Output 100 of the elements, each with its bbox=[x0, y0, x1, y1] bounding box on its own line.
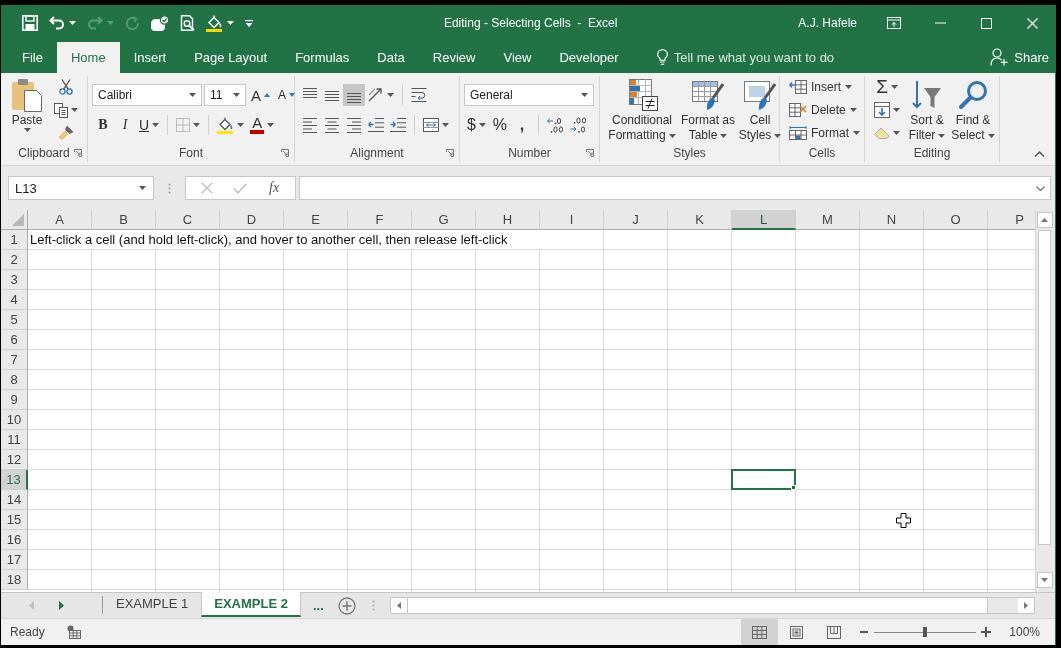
row-header[interactable]: 7 bbox=[1, 350, 28, 370]
format-as-table-button[interactable]: Format as Table bbox=[680, 76, 736, 144]
row-header[interactable]: 5 bbox=[1, 310, 28, 330]
vertical-scrollbar[interactable] bbox=[1035, 210, 1055, 592]
sheet-tab[interactable]: EXAMPLE 1 bbox=[103, 592, 202, 617]
column-header[interactable]: O bbox=[924, 210, 988, 230]
record-macro-button[interactable] bbox=[66, 625, 81, 639]
align-center-icon bbox=[324, 117, 340, 133]
formula-field[interactable] bbox=[299, 176, 1051, 200]
share-button[interactable]: Share bbox=[980, 41, 1055, 73]
column-header[interactable]: B bbox=[92, 210, 156, 230]
selected-cell[interactable] bbox=[731, 469, 796, 490]
caret-icon bbox=[938, 133, 946, 138]
column-header[interactable]: K bbox=[668, 210, 732, 230]
close-icon bbox=[1026, 17, 1038, 29]
scroll-up-button[interactable] bbox=[1036, 212, 1053, 228]
column-header[interactable]: C bbox=[156, 210, 220, 230]
ribbon-tab[interactable]: Page Layout bbox=[180, 41, 282, 73]
scrollbar-thumb[interactable] bbox=[406, 598, 988, 613]
column-header[interactable]: L bbox=[732, 210, 796, 230]
person-plus-icon bbox=[990, 48, 1009, 66]
row-header[interactable]: 10 bbox=[1, 410, 28, 430]
row-header[interactable]: 9 bbox=[1, 390, 28, 410]
column-header[interactable]: I bbox=[540, 210, 604, 230]
scroll-right-button[interactable] bbox=[1018, 598, 1034, 613]
sheet-tab[interactable]: EXAMPLE 2 bbox=[201, 592, 301, 617]
more-sheets-button[interactable]: ... bbox=[308, 593, 328, 618]
ribbon-tab[interactable]: View bbox=[489, 41, 546, 73]
column-header[interactable]: F bbox=[348, 210, 412, 230]
column-header[interactable]: H bbox=[476, 210, 540, 230]
ribbon-tab[interactable]: Insert bbox=[119, 41, 181, 73]
fill-button[interactable] bbox=[871, 99, 903, 121]
row-header[interactable]: 17 bbox=[1, 550, 28, 570]
bold-button[interactable]: B bbox=[92, 114, 114, 136]
font-name-field[interactable]: Calibri bbox=[92, 84, 202, 106]
scroll-down-button[interactable] bbox=[1036, 572, 1053, 588]
row-header[interactable]: 13 bbox=[1, 470, 28, 490]
column-header[interactable]: M bbox=[796, 210, 860, 230]
cell-styles-button[interactable]: Cell Styles bbox=[738, 76, 782, 144]
comma-style-button[interactable]: , bbox=[510, 114, 533, 136]
find-select-button[interactable]: Find & Select bbox=[951, 76, 995, 144]
zoom-slider-thumb[interactable] bbox=[923, 627, 928, 637]
ribbon-tab[interactable]: File bbox=[8, 41, 57, 73]
column-header[interactable]: J bbox=[604, 210, 668, 230]
normal-view-button[interactable] bbox=[741, 619, 779, 645]
caret-icon bbox=[233, 93, 240, 97]
column-header[interactable]: G bbox=[412, 210, 476, 230]
percent-style-button[interactable]: % bbox=[488, 114, 511, 136]
column-header[interactable]: A bbox=[28, 210, 92, 230]
horizontal-scrollbar[interactable] bbox=[389, 597, 1035, 614]
row-header[interactable]: 3 bbox=[1, 270, 28, 290]
caret-icon bbox=[581, 93, 588, 97]
decrease-font-size-button[interactable]: A bbox=[275, 84, 299, 106]
delete-button[interactable]: Delete bbox=[786, 99, 863, 121]
name-box[interactable]: L13 bbox=[8, 176, 154, 200]
dialog-launcher-button[interactable] bbox=[445, 148, 455, 158]
column-header[interactable]: N bbox=[860, 210, 924, 230]
column-header[interactable]: E bbox=[284, 210, 348, 230]
currency-format-button[interactable]: $ bbox=[464, 114, 489, 136]
italic-button[interactable]: I bbox=[114, 114, 136, 136]
row-header[interactable]: 1 bbox=[1, 230, 28, 250]
column-header[interactable]: D bbox=[220, 210, 284, 230]
undo-icon bbox=[49, 16, 65, 30]
sort-filter-button[interactable]: Sort & Filter bbox=[905, 76, 949, 144]
number-format-field[interactable]: General bbox=[464, 84, 594, 106]
insert-button[interactable]: Insert bbox=[786, 76, 863, 98]
conditional-formatting-button[interactable]: Conditional Formatting bbox=[606, 76, 678, 144]
increase-font-size-button[interactable]: A bbox=[248, 84, 273, 106]
underline-button[interactable]: U bbox=[136, 114, 163, 136]
window-title: Editing - Selecting Cells - Excel bbox=[442, 16, 619, 30]
autosum-button[interactable]: Σ bbox=[871, 76, 903, 98]
font-size-field[interactable]: 11 bbox=[204, 84, 246, 106]
row-header[interactable]: 11 bbox=[1, 430, 28, 450]
row-header[interactable]: 4 bbox=[1, 290, 28, 310]
row-header[interactable]: 8 bbox=[1, 370, 28, 390]
row-header[interactable]: 14 bbox=[1, 490, 28, 510]
column-header[interactable]: P bbox=[988, 210, 1035, 230]
ribbon-tab[interactable]: Formulas bbox=[281, 41, 364, 73]
dialog-launcher-button[interactable] bbox=[585, 148, 595, 158]
row-header[interactable]: 6 bbox=[1, 330, 28, 350]
ribbon-tab[interactable]: Review bbox=[418, 41, 490, 73]
dialog-launcher-button[interactable] bbox=[73, 148, 83, 158]
ribbon-tab[interactable]: Data bbox=[363, 41, 419, 73]
scroll-left-button[interactable] bbox=[390, 598, 407, 613]
scrollbar-thumb[interactable] bbox=[1038, 230, 1051, 545]
fill-handle[interactable] bbox=[791, 485, 796, 490]
dialog-launcher-button[interactable] bbox=[280, 148, 290, 158]
vertical-align-button[interactable] bbox=[343, 84, 365, 106]
row-header[interactable]: 15 bbox=[1, 510, 28, 530]
zoom-percentage[interactable]: 100% bbox=[1009, 625, 1040, 639]
row-header[interactable]: 12 bbox=[1, 450, 28, 470]
row-header[interactable]: 2 bbox=[1, 250, 28, 270]
row-header[interactable]: 16 bbox=[1, 530, 28, 550]
format-button[interactable]: Format bbox=[786, 122, 863, 144]
ribbon-tab[interactable]: Developer bbox=[545, 41, 633, 73]
ribbon-tab[interactable]: Home bbox=[56, 42, 120, 73]
paste-button[interactable]: Paste bbox=[7, 76, 47, 144]
font-color-button[interactable]: A bbox=[247, 114, 278, 136]
row-header[interactable]: 18 bbox=[1, 570, 28, 590]
tell-me-field[interactable]: Tell me what you want to do bbox=[673, 46, 849, 68]
